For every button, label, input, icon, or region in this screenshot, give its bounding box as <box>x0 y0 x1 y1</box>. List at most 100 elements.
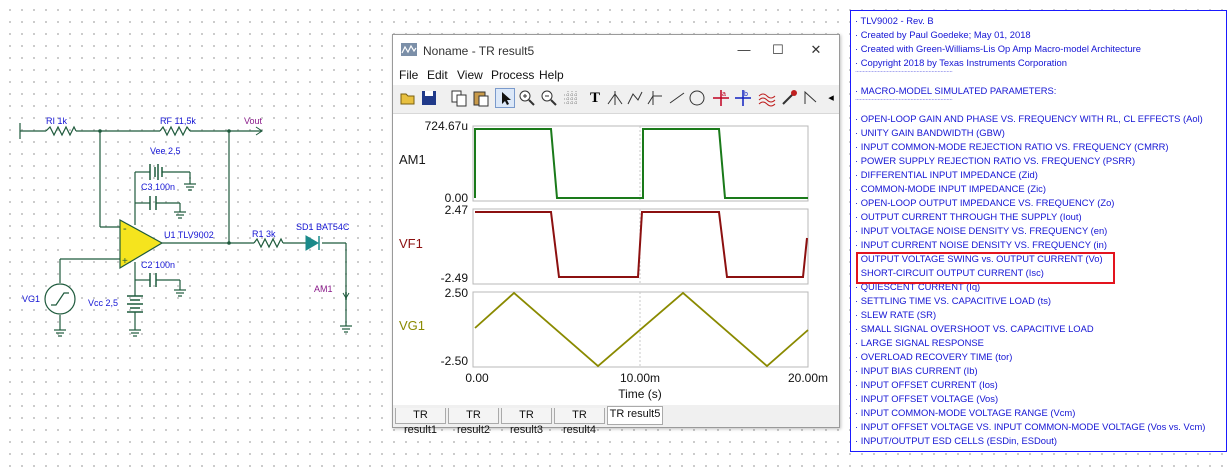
menu-bar: File Edit View Process Help <box>393 65 839 85</box>
param-separator: ········································… <box>855 69 953 75</box>
param-line: · Created by Paul Goedeke; May 01, 2018 <box>855 29 1031 40</box>
maximize-button[interactable]: ☐ <box>761 39 795 61</box>
tab-tr-result2[interactable]: TR result2 <box>448 408 499 436</box>
toolbar: T a b ◂ <box>393 85 839 114</box>
vg1-trace <box>474 291 809 368</box>
am1-name: AM1 <box>399 152 426 167</box>
param-line: · COMMON-MODE INPUT IMPEDANCE (Zic) <box>855 183 1046 194</box>
ri-label[interactable]: RI 1k <box>46 116 68 126</box>
minimize-button[interactable]: — <box>727 39 761 61</box>
schematic-canvas[interactable]: - + RI 1k RF 11,5k Vout Vee 2,5 C3 100n … <box>0 0 392 467</box>
param-line: · INPUT CURRENT NOISE DENSITY VS. FREQUE… <box>855 239 1107 250</box>
vcc-label[interactable]: Vcc 2,5 <box>88 298 118 308</box>
param-line: · SLEW RATE (SR) <box>855 309 937 320</box>
opamp-minus: - <box>123 223 127 235</box>
open-icon[interactable] <box>398 88 418 108</box>
vf1-ytop: 2.47 <box>445 203 469 217</box>
menu-edit[interactable]: Edit <box>427 68 448 82</box>
tab-tr-result5[interactable]: TR result5 <box>607 406 663 425</box>
xtick-0: 0.00 <box>465 371 489 385</box>
svg-text:b: b <box>744 91 748 98</box>
cursor-c-icon[interactable] <box>645 88 665 108</box>
vg1-ybottom: -2.50 <box>441 354 469 368</box>
paste-icon[interactable] <box>471 88 491 108</box>
param-line: · INPUT VOLTAGE NOISE DENSITY VS. FREQUE… <box>855 225 1108 236</box>
param-line: · INPUT BIAS CURRENT (Ib) <box>855 365 978 376</box>
window-title: Noname - TR result5 <box>423 44 535 58</box>
c3-label[interactable]: C3 100n <box>141 182 175 192</box>
tab-tr-result1[interactable]: TR result1 <box>395 408 446 436</box>
vg1-ytop: 2.50 <box>445 286 469 300</box>
diode-symbol[interactable] <box>305 235 319 251</box>
probe-icon[interactable] <box>779 88 799 108</box>
line-icon[interactable] <box>667 88 687 108</box>
result-tabs: TR result1 TR result2 TR result3 TR resu… <box>393 406 839 436</box>
tr-result-window[interactable]: Noname - TR result5 — ☐ ✕ File Edit View… <box>392 34 840 436</box>
pointer-icon[interactable] <box>495 88 515 108</box>
app-icon <box>401 43 417 56</box>
rf-label[interactable]: RF 11,5k <box>160 116 196 126</box>
curves-icon[interactable] <box>757 88 777 108</box>
param-line: · MACRO-MODEL SIMULATED PARAMETERS: <box>855 85 1057 96</box>
flag-icon[interactable] <box>801 88 821 108</box>
close-button[interactable]: ✕ <box>799 39 833 61</box>
param-line: · INPUT OFFSET VOLTAGE (Vos) <box>855 393 999 404</box>
vf1-trace <box>475 211 808 278</box>
vg1-name: VG1 <box>399 318 425 333</box>
param-line: · INPUT OFFSET CURRENT (Ios) <box>855 379 998 390</box>
param-line: · OPEN-LOOP OUTPUT IMPEDANCE VS. FREQUEN… <box>855 197 1115 208</box>
waveform-plot[interactable]: 724.67u 0.00 2.47 -2.49 2.50 -2.50 AM1 V… <box>393 114 839 405</box>
opamp-plus: + <box>122 256 128 267</box>
tab-tr-result3[interactable]: TR result3 <box>501 408 552 436</box>
param-line: · Copyright 2018 by Texas Instruments Co… <box>855 57 1067 68</box>
param-line: · UNITY GAIN BANDWIDTH (GBW) <box>855 127 1005 138</box>
cursor-b-blue-icon[interactable]: b <box>733 88 753 108</box>
param-line: · TLV9002 - Rev. B <box>855 15 934 26</box>
param-line: · INPUT COMMON-MODE REJECTION RATIO VS. … <box>855 141 1169 152</box>
vout-label[interactable]: Vout <box>244 116 263 126</box>
cursor-b-icon[interactable] <box>625 88 645 108</box>
menu-file[interactable]: File <box>399 68 418 82</box>
zoom-out-icon[interactable] <box>539 88 559 108</box>
menu-view[interactable]: View <box>457 68 483 82</box>
vf1-ybottom: -2.49 <box>441 271 469 285</box>
copy-icon[interactable] <box>449 88 469 108</box>
param-line: · Created with Green-Williams-Lis Op Amp… <box>855 43 1142 54</box>
vee-label[interactable]: Vee 2,5 <box>150 146 181 156</box>
param-line: · INPUT COMMON-MODE VOLTAGE RANGE (Vcm) <box>855 407 1076 418</box>
param-separator: ········································… <box>855 97 953 103</box>
menu-process[interactable]: Process <box>491 68 534 82</box>
param-line: · OPEN-LOOP GAIN AND PHASE VS. FREQUENCY… <box>855 113 1203 124</box>
param-line: · POWER SUPPLY REJECTION RATIO VS. FREQU… <box>855 155 1136 166</box>
zoom-in-icon[interactable] <box>517 88 537 108</box>
x-axis-label: Time (s) <box>618 387 662 401</box>
param-line: · SETTLING TIME VS. CAPACITIVE LOAD (ts) <box>855 295 1052 306</box>
xtick-1: 10.00m <box>620 371 660 385</box>
am1-label[interactable]: AM1 <box>314 284 333 294</box>
vg1-label[interactable]: VG1 <box>22 294 40 304</box>
param-line: · SMALL SIGNAL OVERSHOOT VS. CAPACITIVE … <box>855 323 1094 334</box>
param-line: · INPUT/OUTPUT ESD CELLS (ESDin, ESDout) <box>855 435 1057 446</box>
u1-label[interactable]: U1 TLV9002 <box>164 230 214 240</box>
grid-icon[interactable] <box>561 88 581 108</box>
circle-icon[interactable] <box>687 88 707 108</box>
model-info-textbox[interactable]: · TLV9002 - Rev. B · Created by Paul Goe… <box>850 10 1227 452</box>
am1-trace <box>474 128 808 199</box>
vf1-name: VF1 <box>399 236 423 251</box>
xtick-2: 20.00m <box>788 371 828 385</box>
text-tool-icon[interactable]: T <box>585 88 605 108</box>
menu-help[interactable]: Help <box>539 68 564 82</box>
cursor-a-red-icon[interactable]: a <box>711 88 731 108</box>
c2-label[interactable]: C2 100n <box>141 260 175 270</box>
param-line: · OVERLOAD RECOVERY TIME (tor) <box>855 351 1013 362</box>
param-line: · DIFFERENTIAL INPUT IMPEDANCE (Zid) <box>855 169 1038 180</box>
cursor-a-icon[interactable] <box>605 88 625 108</box>
tab-tr-result4[interactable]: TR result4 <box>554 408 605 436</box>
svg-text:a: a <box>722 91 726 98</box>
save-icon[interactable] <box>419 88 439 108</box>
r1-label[interactable]: R1 3k <box>252 229 276 239</box>
window-titlebar[interactable]: Noname - TR result5 — ☐ ✕ <box>393 35 839 65</box>
sd1-label[interactable]: SD1 BAT54C <box>296 222 350 232</box>
toolbar-scroll-left[interactable]: ◂ <box>821 88 841 108</box>
param-line: · LARGE SIGNAL RESPONSE <box>855 337 984 348</box>
